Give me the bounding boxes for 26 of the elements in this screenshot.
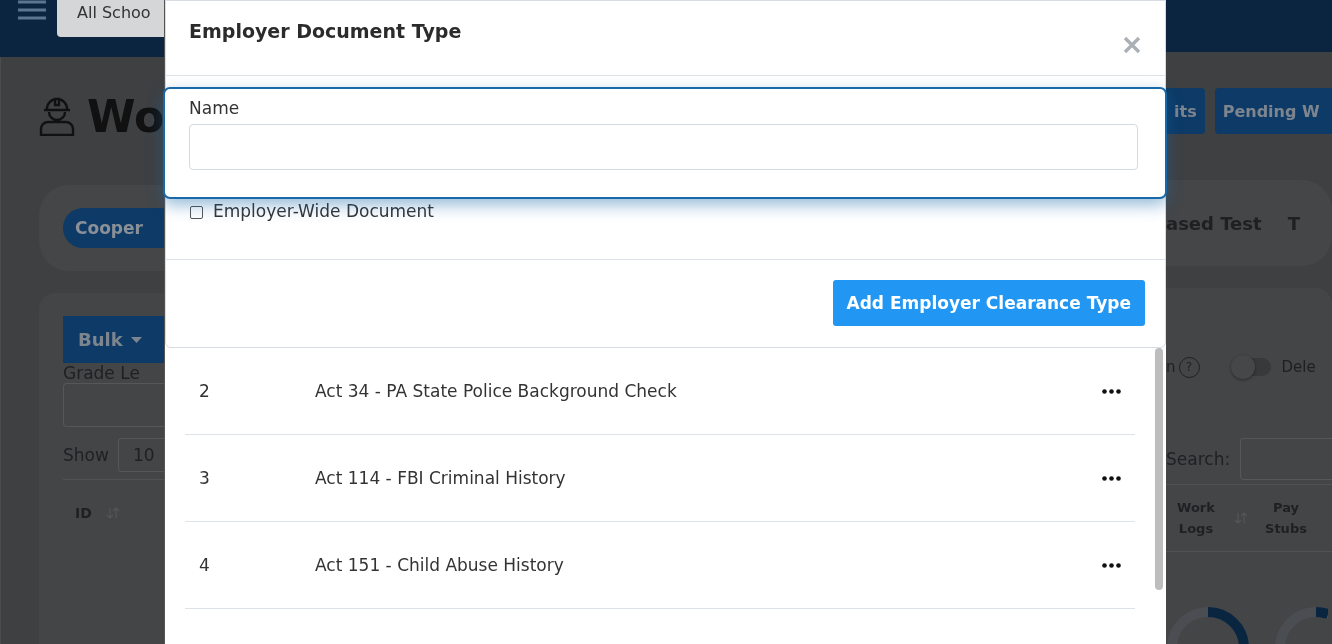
table-cell-text: Act 114 - FBI Criminal History (315, 468, 567, 488)
bulk-button[interactable]: Bulk (63, 316, 165, 363)
table-cell-text: Act 34 - PA State Police Background Check (315, 381, 678, 401)
close-icon[interactable] (1123, 36, 1141, 54)
school-select[interactable]: All Schoo (57, 0, 164, 37)
more-icon[interactable] (1102, 388, 1121, 394)
table-cell-text: 4 (199, 555, 211, 575)
more-icon[interactable] (1102, 562, 1121, 568)
scrollbar[interactable] (1155, 348, 1163, 590)
worker-icon (39, 96, 75, 136)
toggle-switch[interactable] (1232, 358, 1271, 376)
filter-tab[interactable]: Cooper (63, 208, 165, 248)
name-label: Name (189, 98, 241, 118)
table-cell-text: 3 (199, 468, 211, 488)
table-cell-text: Act 151 - Child Abuse History (315, 555, 565, 575)
menu-icon[interactable] (18, 0, 46, 20)
table-cell-text: 2 (199, 381, 211, 401)
caret-icon (130, 336, 142, 343)
more-icon[interactable] (1102, 475, 1121, 481)
checkbox-label: Employer-Wide Document (213, 201, 434, 221)
modal-title: Employer Document Type (189, 20, 462, 42)
add-button[interactable]: Add Employer Clearance Type (832, 280, 1145, 326)
header-button[interactable]: Pending W (1214, 88, 1332, 134)
header-button[interactable]: its (1166, 88, 1205, 134)
checkbox[interactable] (190, 206, 203, 219)
name-field[interactable] (189, 124, 1138, 170)
